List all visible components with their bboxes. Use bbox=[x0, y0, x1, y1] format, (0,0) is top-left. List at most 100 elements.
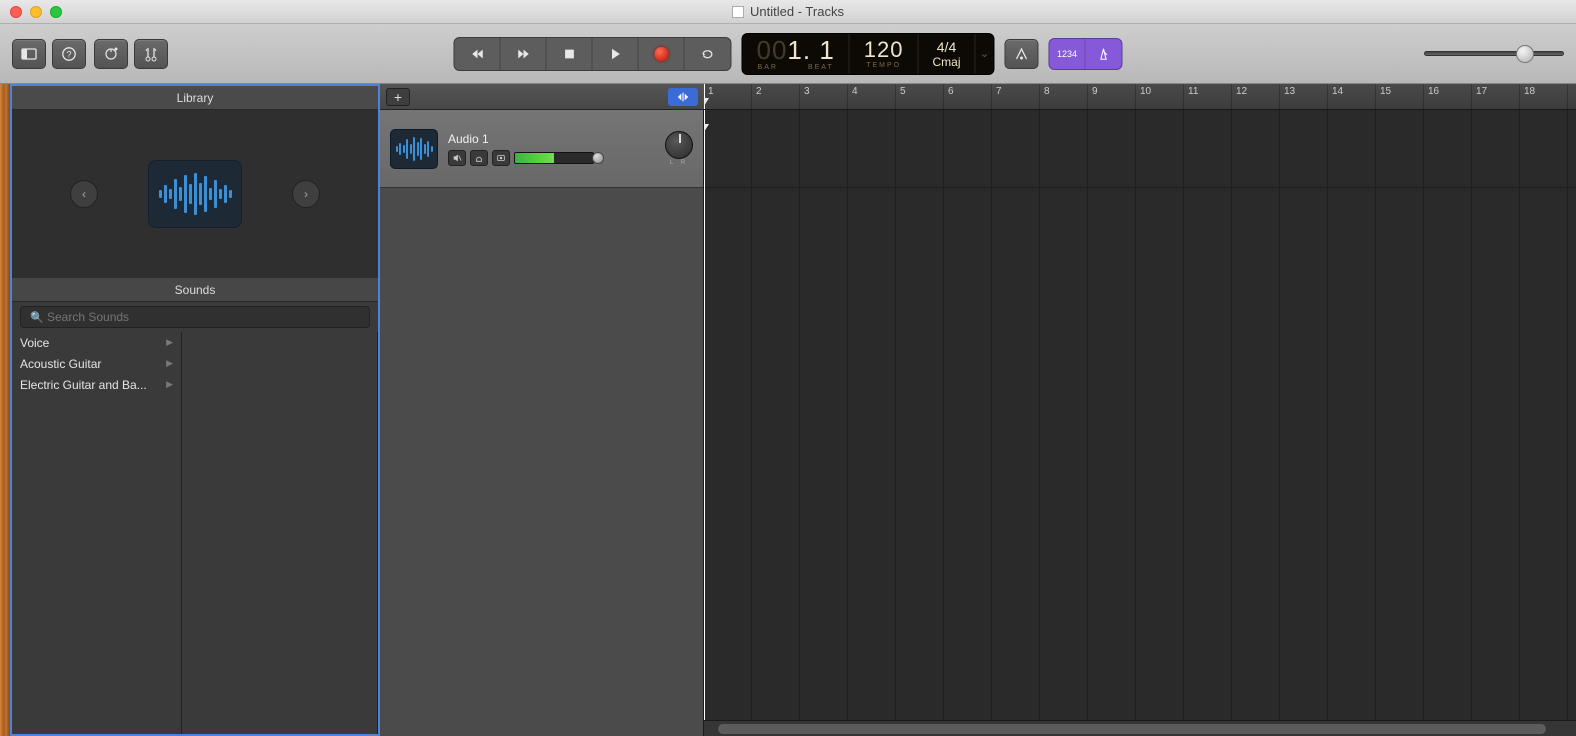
lcd-position: 1. 1 bbox=[787, 35, 834, 65]
browser-item[interactable]: Electric Guitar and Ba... ▶ bbox=[12, 374, 181, 395]
tuner-button[interactable] bbox=[1005, 39, 1039, 69]
ruler-mark[interactable]: 3 bbox=[800, 84, 848, 109]
window-title: Untitled - Tracks bbox=[750, 4, 844, 19]
library-prev-button[interactable]: ‹ bbox=[70, 180, 98, 208]
library-panel: Library ‹ › Sounds 🔍 Voice ▶ Acoustic Gui… bbox=[10, 84, 380, 736]
ruler-mark[interactable]: 14 bbox=[1328, 84, 1376, 109]
lcd-display[interactable]: 001. 1 BAR BEAT 120 TEMPO 4/4 Cmaj ⌄ bbox=[741, 33, 994, 75]
sounds-header: Sounds bbox=[12, 278, 378, 302]
playhead-line[interactable] bbox=[704, 110, 705, 720]
toolbar: ? 001. 1 BAR BEAT 120 TEMPO bbox=[0, 24, 1576, 84]
track-type-icon bbox=[390, 129, 438, 169]
ruler-mark[interactable]: 18 bbox=[1520, 84, 1568, 109]
ruler-mark[interactable]: 10 bbox=[1136, 84, 1184, 109]
metronome-button[interactable] bbox=[1086, 39, 1122, 69]
play-button[interactable] bbox=[592, 38, 638, 70]
track-lane[interactable] bbox=[704, 110, 1576, 188]
add-track-button[interactable]: + bbox=[386, 88, 410, 106]
scrollbar-thumb[interactable] bbox=[718, 724, 1546, 734]
transport-controls bbox=[453, 37, 731, 71]
mute-button[interactable] bbox=[448, 150, 466, 166]
track-name[interactable]: Audio 1 bbox=[448, 132, 655, 146]
browser-item-label: Voice bbox=[20, 336, 49, 350]
rewind-button[interactable] bbox=[454, 38, 500, 70]
document-icon bbox=[732, 6, 744, 18]
close-window-icon[interactable] bbox=[10, 6, 22, 18]
ruler-mark[interactable]: 6 bbox=[944, 84, 992, 109]
ruler-mark[interactable]: 1 bbox=[704, 84, 752, 109]
browser-item[interactable]: Voice ▶ bbox=[12, 332, 181, 353]
track-volume-meter bbox=[514, 152, 594, 164]
lcd-bar-label: BAR bbox=[758, 64, 778, 71]
library-toggle-button[interactable] bbox=[12, 39, 46, 69]
pan-label: L R bbox=[670, 160, 688, 166]
ruler-mark[interactable]: 15 bbox=[1376, 84, 1424, 109]
ruler-mark[interactable]: 12 bbox=[1232, 84, 1280, 109]
track-header-toolbar: + bbox=[380, 84, 704, 110]
editors-button[interactable] bbox=[134, 39, 168, 69]
lcd-bar-pad: 00 bbox=[756, 35, 787, 65]
playhead-icon[interactable] bbox=[704, 84, 705, 109]
cycle-button[interactable] bbox=[684, 38, 730, 70]
search-sounds-input[interactable] bbox=[20, 306, 370, 328]
ruler-mark[interactable]: 8 bbox=[1040, 84, 1088, 109]
timeline-grid-area bbox=[704, 110, 1576, 736]
tracks-area: + 123456789101112131415161718 bbox=[380, 84, 1576, 736]
ruler-mark[interactable]: 7 bbox=[992, 84, 1040, 109]
input-monitor-button[interactable] bbox=[492, 150, 510, 166]
arrangement-grid[interactable] bbox=[704, 110, 1576, 720]
library-preview: ‹ › bbox=[12, 110, 378, 278]
track-volume-slider[interactable] bbox=[592, 152, 604, 164]
chevron-right-icon: ▶ bbox=[166, 337, 173, 348]
zoom-window-icon[interactable] bbox=[50, 6, 62, 18]
quick-help-button[interactable]: ? bbox=[52, 39, 86, 69]
wood-side-panel bbox=[0, 84, 10, 736]
browser-item-label: Electric Guitar and Ba... bbox=[20, 378, 147, 392]
ruler-mark[interactable]: 13 bbox=[1280, 84, 1328, 109]
track-header-row[interactable]: Audio 1 L R bbox=[380, 110, 703, 188]
ruler-mark[interactable]: 5 bbox=[896, 84, 944, 109]
library-next-button[interactable]: › bbox=[292, 180, 320, 208]
ruler-mark[interactable]: 17 bbox=[1472, 84, 1520, 109]
ruler-mark[interactable]: 4 bbox=[848, 84, 896, 109]
timeline-ruler[interactable]: 123456789101112131415161718 bbox=[704, 84, 1576, 110]
master-volume-slider[interactable] bbox=[1424, 50, 1564, 58]
window-titlebar: Untitled - Tracks bbox=[0, 0, 1576, 24]
ruler-mark[interactable]: 9 bbox=[1088, 84, 1136, 109]
svg-text:?: ? bbox=[66, 49, 71, 59]
forward-button[interactable] bbox=[500, 38, 546, 70]
horizontal-scrollbar[interactable] bbox=[704, 720, 1576, 736]
chevron-right-icon: ▶ bbox=[166, 358, 173, 369]
pan-knob[interactable] bbox=[665, 131, 693, 159]
ruler-mark[interactable]: 11 bbox=[1184, 84, 1232, 109]
master-tools: 1234 bbox=[1049, 38, 1123, 70]
track-headers: Audio 1 L R bbox=[380, 110, 704, 736]
chevron-right-icon: ▶ bbox=[166, 379, 173, 390]
browser-column-2 bbox=[182, 332, 378, 734]
ruler-mark[interactable]: 16 bbox=[1424, 84, 1472, 109]
stop-button[interactable] bbox=[546, 38, 592, 70]
lcd-time-signature[interactable]: 4/4 bbox=[937, 40, 956, 54]
browser-item[interactable]: Acoustic Guitar ▶ bbox=[12, 353, 181, 374]
slider-thumb-icon[interactable] bbox=[1516, 45, 1534, 63]
lcd-tempo-label: TEMPO bbox=[866, 62, 901, 69]
record-icon bbox=[654, 47, 668, 61]
record-button[interactable] bbox=[638, 38, 684, 70]
browser-column-1: Voice ▶ Acoustic Guitar ▶ Electric Guitar … bbox=[12, 332, 182, 734]
lcd-menu-caret-icon[interactable]: ⌄ bbox=[976, 34, 994, 74]
solo-button[interactable] bbox=[470, 150, 488, 166]
lcd-key[interactable]: Cmaj bbox=[933, 56, 961, 68]
library-browser: Voice ▶ Acoustic Guitar ▶ Electric Guitar … bbox=[12, 332, 378, 734]
lcd-beat-label: BEAT bbox=[808, 64, 834, 71]
waveform-icon bbox=[396, 137, 433, 161]
browser-item-label: Acoustic Guitar bbox=[20, 357, 101, 371]
ruler-mark[interactable]: 2 bbox=[752, 84, 800, 109]
library-header: Library bbox=[12, 86, 378, 110]
track-filter-button[interactable] bbox=[668, 88, 698, 106]
lcd-tempo[interactable]: 120 bbox=[864, 39, 904, 61]
count-in-button[interactable]: 1234 bbox=[1050, 39, 1086, 69]
smart-controls-button[interactable] bbox=[94, 39, 128, 69]
search-icon: 🔍 bbox=[30, 311, 44, 324]
minimize-window-icon[interactable] bbox=[30, 6, 42, 18]
waveform-icon bbox=[159, 173, 232, 215]
